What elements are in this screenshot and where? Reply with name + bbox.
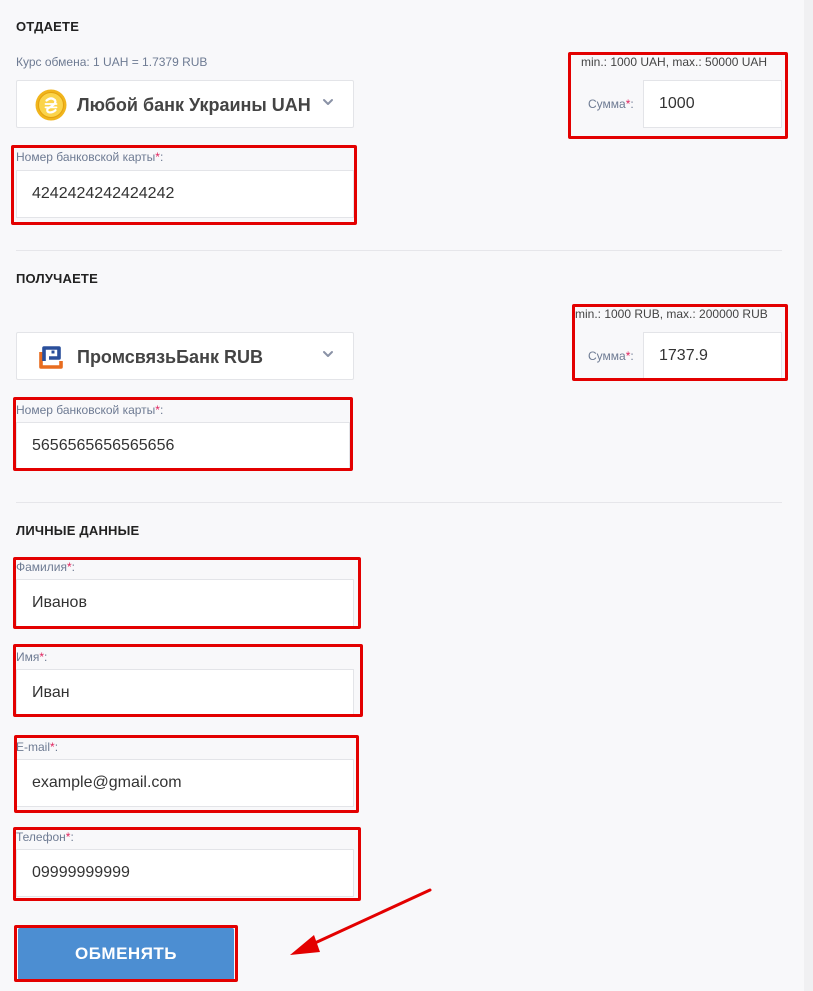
receive-bank-select[interactable]: ПромсвязьБанк RUB: [16, 332, 354, 380]
red-arrow-icon: [290, 888, 432, 955]
divider: [16, 502, 782, 503]
give-bank-name: Любой банк Украины UAH: [77, 95, 311, 115]
receive-sum-highlight: [572, 304, 788, 381]
receive-section-title: ПОЛУЧАЕТЕ: [16, 271, 98, 286]
give-section-title: ОТДАЕТЕ: [16, 19, 80, 34]
chevron-down-icon: [323, 99, 333, 105]
hryvnia-coin-icon: [35, 89, 67, 121]
scrollbar[interactable]: [804, 0, 813, 991]
psb-logo-icon: [37, 344, 65, 370]
email-highlight: [14, 735, 359, 813]
exchange-rate: Курс обмена: 1 UAH = 1.7379 RUB: [16, 55, 208, 69]
give-sum-highlight: [568, 52, 788, 139]
give-bank-select[interactable]: Любой банк Украины UAH: [16, 80, 354, 128]
receive-bank-name: ПромсвязьБанк RUB: [77, 347, 263, 367]
last-name-highlight: [13, 557, 361, 629]
first-name-highlight: [13, 644, 363, 717]
give-card-highlight: [11, 145, 357, 225]
personal-section-title: ЛИЧНЫЕ ДАННЫЕ: [16, 523, 140, 538]
submit-highlight: [14, 925, 238, 982]
divider: [16, 250, 782, 251]
receive-card-highlight: [13, 397, 353, 471]
chevron-down-icon: [323, 351, 333, 357]
